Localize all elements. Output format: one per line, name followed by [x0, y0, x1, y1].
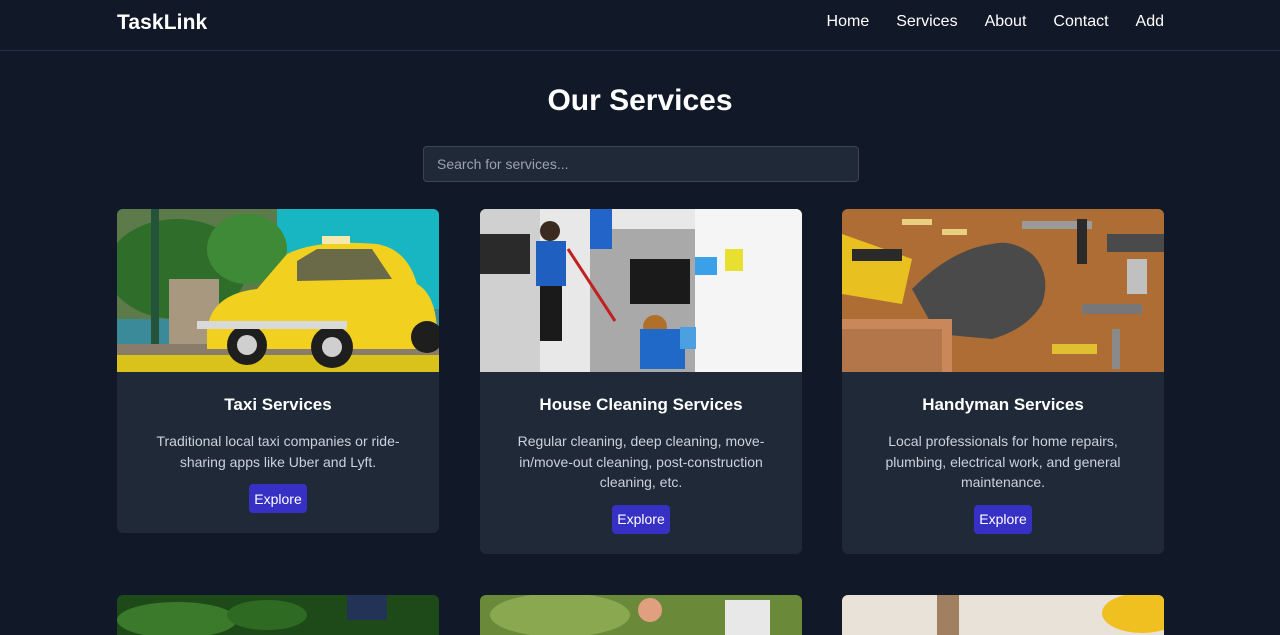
nav-link-home[interactable]: Home — [827, 13, 870, 31]
explore-button-house-cleaning[interactable]: Explore — [612, 504, 670, 534]
service-card-image-partial — [480, 595, 802, 635]
nav-link-add[interactable]: Add — [1136, 13, 1164, 31]
card-title: Handyman Services — [922, 395, 1084, 414]
handyman-image — [842, 209, 1164, 372]
nav-link-contact[interactable]: Contact — [1053, 13, 1108, 31]
nav-link-about[interactable]: About — [985, 13, 1027, 31]
card-title: House Cleaning Services — [539, 395, 743, 414]
house-cleaning-image — [480, 209, 802, 372]
service-card-handyman: Handyman Services Local professionals fo… — [842, 209, 1164, 554]
navbar: TaskLink Home Services About Contact Add — [0, 0, 1280, 51]
explore-button-handyman[interactable]: Explore — [974, 504, 1032, 534]
brand-logo[interactable]: TaskLink — [117, 11, 207, 35]
service-card-image-partial — [117, 595, 439, 635]
service-card-taxi: Taxi Services Traditional local taxi com… — [117, 209, 439, 533]
card-title: Taxi Services — [224, 395, 332, 414]
card-description: Local professionals for home repairs, pl… — [885, 433, 1121, 490]
nav-link-services[interactable]: Services — [896, 13, 957, 31]
card-description: Regular cleaning, deep cleaning, move-in… — [517, 433, 765, 490]
page-title: Our Services — [547, 84, 733, 117]
search-input[interactable] — [423, 146, 859, 182]
card-description: Traditional local taxi companies or ride… — [156, 433, 400, 470]
service-card-house-cleaning: House Cleaning Services Regular cleaning… — [480, 209, 802, 554]
explore-button-taxi[interactable]: Explore — [249, 484, 307, 513]
taxi-image — [117, 209, 439, 372]
service-card-image-partial — [842, 595, 1164, 635]
nav-links: Home Services About Contact Add — [827, 13, 1164, 31]
